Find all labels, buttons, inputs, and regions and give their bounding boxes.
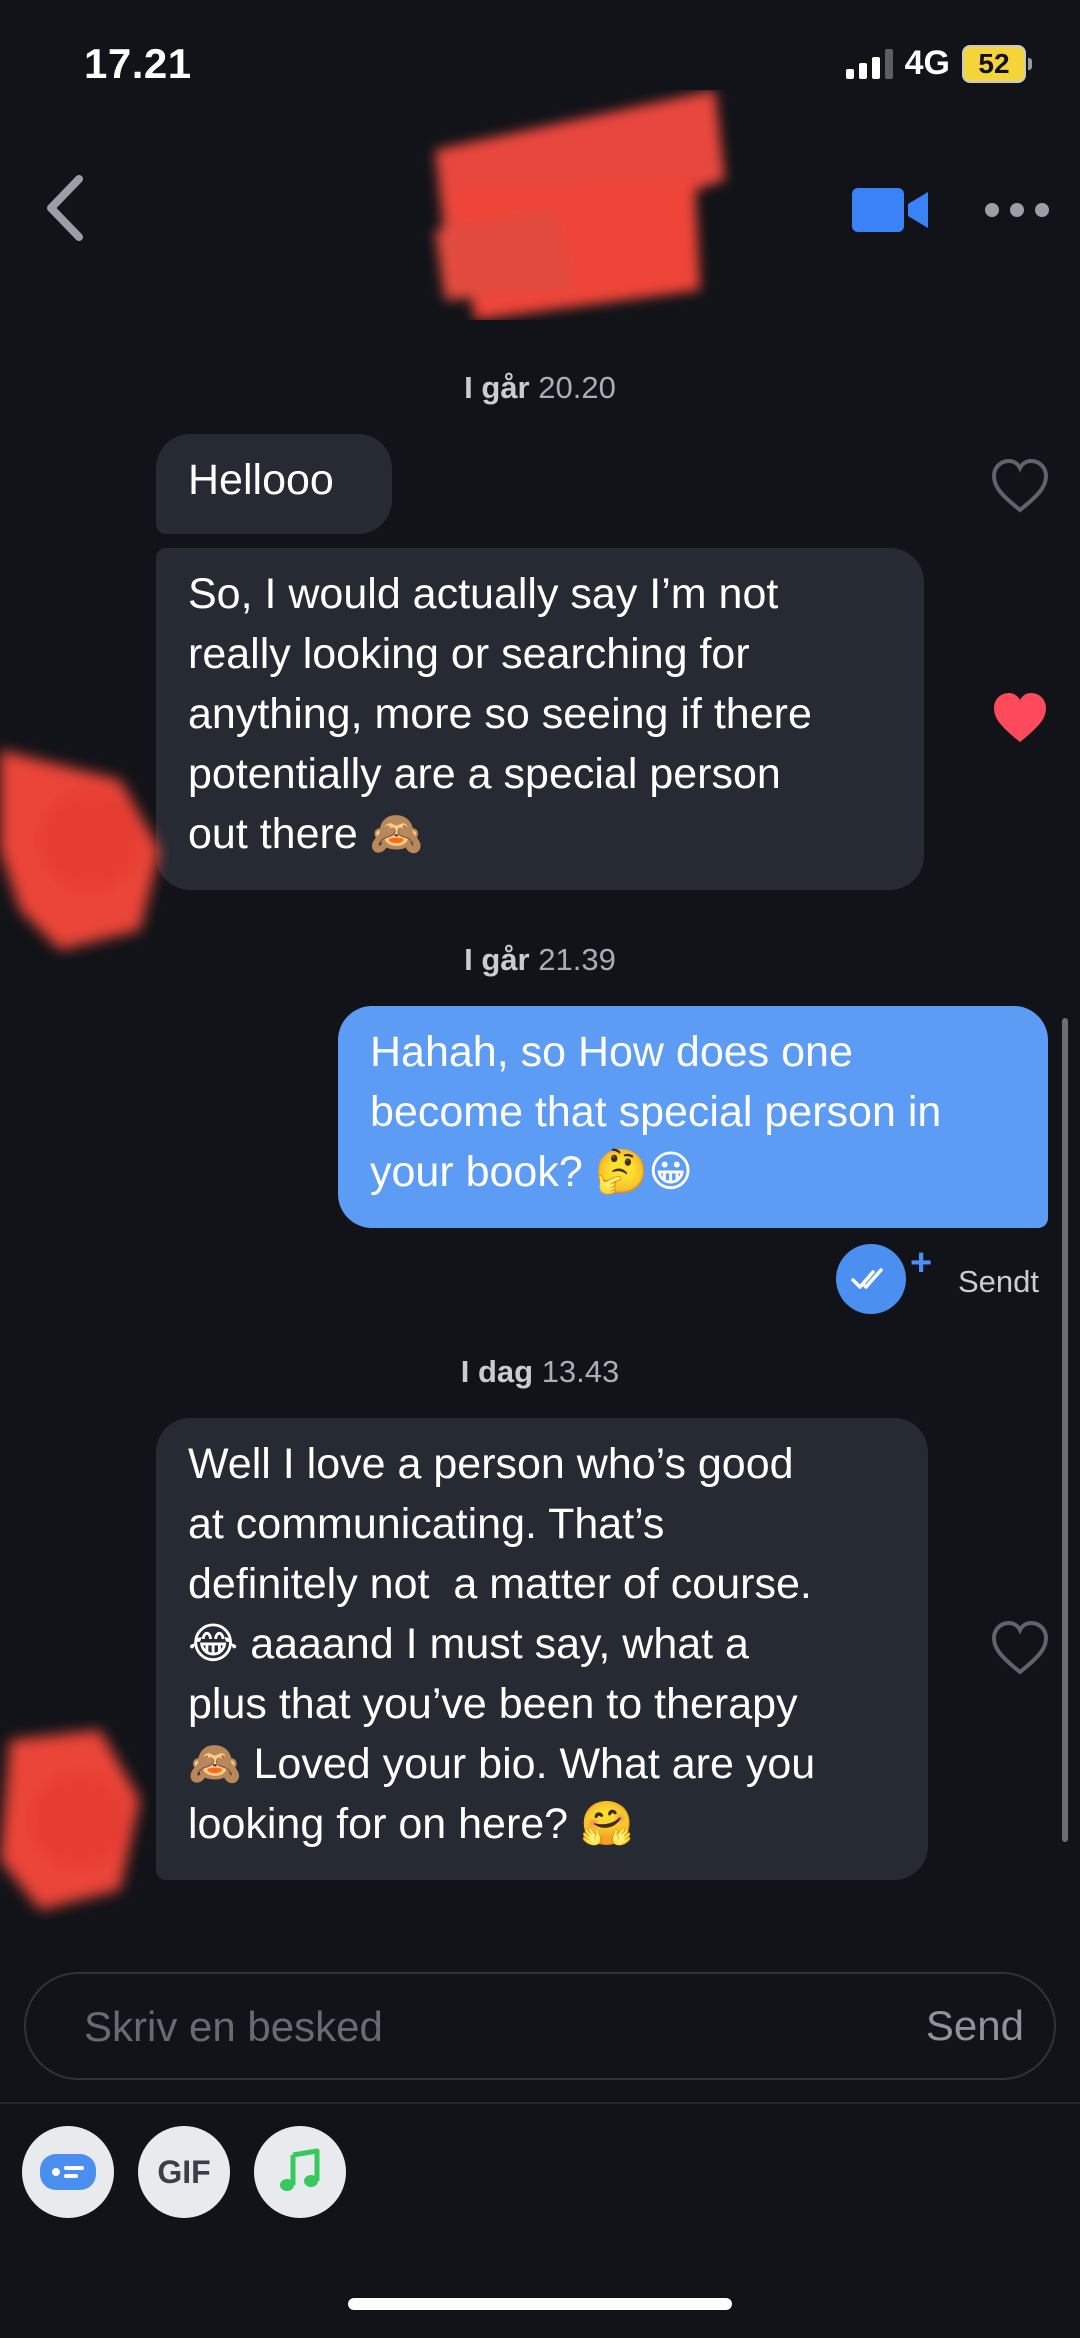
incoming-message-bubble[interactable]: Hellooo [156, 434, 392, 534]
gif-button[interactable]: GIF [138, 2126, 230, 2218]
redacted-avatar [0, 1730, 140, 1910]
redacted-avatar [0, 750, 160, 950]
home-indicator[interactable] [348, 2298, 732, 2310]
sticker-card-button[interactable] [22, 2126, 114, 2218]
gif-label: GIF [157, 2153, 211, 2190]
timestamp-time: 13.43 [541, 1354, 620, 1389]
timestamp-day: I dag [460, 1354, 534, 1389]
music-button[interactable] [254, 2126, 346, 2218]
more-dots-icon [985, 203, 999, 217]
status-indicators: 4G 52 [845, 44, 1032, 83]
message-timestamp: I går 20.20 [0, 370, 1080, 406]
status-time: 17.21 [84, 40, 192, 87]
music-note-icon [280, 2148, 320, 2191]
heart-filled-icon[interactable] [990, 690, 1050, 746]
plus-icon[interactable]: + [910, 1244, 932, 1282]
scrollbar[interactable] [1062, 1018, 1068, 1842]
message-composer: Send [24, 1972, 1056, 2080]
message-input[interactable] [82, 1974, 846, 2080]
signal-icon [845, 48, 893, 79]
heart-outline-icon[interactable] [990, 458, 1050, 514]
network-type: 4G [904, 44, 950, 82]
redacted-match-name [435, 90, 725, 320]
incoming-message-bubble[interactable]: So, I would actually say I’m not really … [156, 548, 924, 890]
message-timestamp: I går 21.39 [0, 942, 1080, 978]
timestamp-day: I går [464, 942, 530, 977]
battery-level: 52 [962, 44, 1026, 83]
sent-status-label: Sendt [958, 1264, 1040, 1299]
timestamp-time: 21.39 [538, 942, 616, 977]
double-check-icon [851, 1268, 883, 1289]
message-card-icon [40, 2154, 96, 2190]
video-camera-icon [852, 188, 928, 232]
timestamp-time: 20.20 [538, 370, 616, 405]
incoming-message-bubble[interactable]: Well I love a person who’s good at commu… [156, 1418, 928, 1880]
send-button[interactable]: Send [926, 1974, 1024, 2078]
timestamp-day: I går [464, 370, 530, 405]
message-timestamp: I dag 13.43 [0, 1354, 1080, 1390]
chevron-left-icon [47, 175, 83, 241]
more-options-button[interactable] [985, 200, 1049, 220]
toolbar-divider [0, 2102, 1080, 2104]
battery-icon: 52 [962, 44, 1032, 83]
outgoing-message-bubble[interactable]: Hahah, so How does one become that speci… [338, 1006, 1048, 1228]
read-receipt-button[interactable] [836, 1244, 906, 1314]
heart-outline-icon[interactable] [990, 1620, 1050, 1676]
video-call-button[interactable] [850, 180, 930, 240]
back-button[interactable] [30, 168, 100, 248]
